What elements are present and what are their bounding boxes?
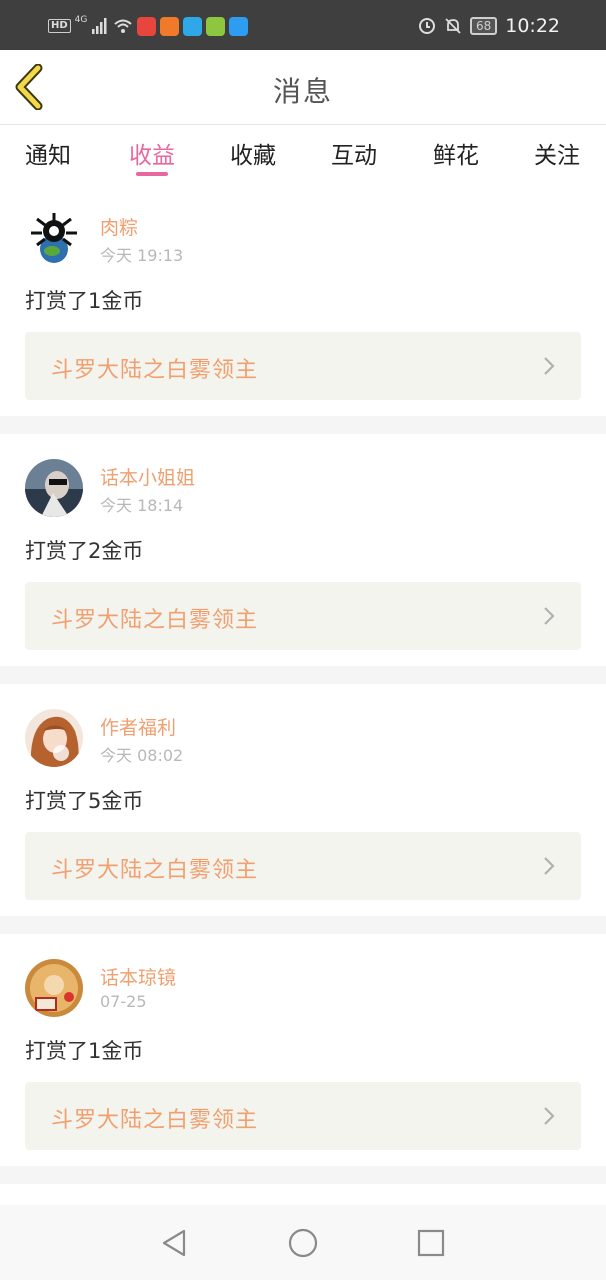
user-name[interactable]: 肉粽 [100, 213, 138, 240]
avatar[interactable] [25, 459, 83, 517]
tab-flowers[interactable]: 鲜花 [416, 136, 496, 170]
user-name[interactable]: 话本琼镜 [100, 963, 176, 990]
divider [0, 916, 606, 934]
chevron-right-icon [544, 1107, 555, 1125]
tab-bar: 通知 收益 收藏 互动 鲜花 关注 [0, 126, 606, 184]
active-tab-indicator [136, 172, 168, 176]
nav-back-icon[interactable] [158, 1227, 190, 1259]
battery-level: 68 [469, 17, 498, 35]
avatar[interactable] [25, 959, 83, 1017]
message-text: 打赏了5金币 [25, 789, 144, 813]
wifi-icon [114, 19, 133, 33]
avatar[interactable] [25, 209, 83, 267]
data-saver-icon [418, 18, 435, 34]
avatar-image [25, 959, 83, 1017]
status-right: 68 10:22 [418, 13, 560, 39]
status-left: HD 4G [48, 14, 249, 38]
book-title: 斗罗大陆之白雾领主 [51, 608, 259, 633]
user-name[interactable]: 话本小姐姐 [100, 463, 195, 490]
list-item: 话本小姐姐 今天 18:14 打赏了2金币 斗罗大陆之白雾领主 [0, 434, 606, 666]
clock: 10:22 [505, 15, 560, 37]
avatar[interactable] [25, 709, 83, 767]
message-time: 今天 08:02 [100, 746, 184, 765]
tab-following[interactable]: 关注 [517, 136, 597, 170]
avatar-image [25, 209, 83, 267]
message-list: 肉粽 今天 19:13 打赏了1金币 斗罗大陆之白雾领主 话本小姐姐 今天 18… [0, 184, 606, 1184]
mute-bell-icon [445, 18, 461, 34]
list-item: 话本琼镜 07-25 打赏了1金币 斗罗大陆之白雾领主 [0, 934, 606, 1166]
tab-notifications[interactable]: 通知 [8, 136, 88, 170]
message-time: 07-25 [100, 992, 147, 1011]
divider [0, 416, 606, 434]
message-text: 打赏了2金币 [25, 539, 144, 563]
chevron-right-icon [544, 607, 555, 625]
status-bar: HD 4G 68 10:22 [0, 0, 606, 50]
system-nav-bar [0, 1205, 606, 1280]
avatar-image [25, 709, 83, 767]
chevron-right-icon [544, 857, 555, 875]
divider [0, 1166, 606, 1184]
book-link[interactable]: 斗罗大陆之白雾领主 [25, 582, 581, 650]
message-time: 今天 19:13 [100, 246, 184, 265]
tab-favorites[interactable]: 收藏 [213, 136, 293, 170]
chevron-right-icon [544, 357, 555, 375]
message-time: 今天 18:14 [100, 496, 184, 515]
app-icon-4 [206, 16, 226, 36]
book-link[interactable]: 斗罗大陆之白雾领主 [25, 832, 581, 900]
app-header: 消息 [0, 50, 606, 125]
message-text: 打赏了1金币 [25, 289, 144, 313]
book-title: 斗罗大陆之白雾领主 [51, 358, 259, 383]
avatar-image [25, 459, 83, 517]
page-title: 消息 [272, 75, 333, 108]
hd-badge: HD [48, 19, 71, 33]
network-type: 4G [74, 15, 88, 25]
nav-home-icon[interactable] [287, 1227, 319, 1259]
nav-recents-icon[interactable] [415, 1227, 447, 1259]
signal-icon [92, 18, 107, 34]
user-name[interactable]: 作者福利 [100, 713, 176, 740]
app-icon-3 [183, 16, 203, 36]
tab-earnings[interactable]: 收益 [112, 136, 192, 170]
divider [0, 666, 606, 684]
book-title: 斗罗大陆之白雾领主 [51, 858, 259, 883]
book-link[interactable]: 斗罗大陆之白雾领主 [25, 1082, 581, 1150]
message-text: 打赏了1金币 [25, 1039, 144, 1063]
book-title: 斗罗大陆之白雾领主 [51, 1108, 259, 1133]
list-item: 肉粽 今天 19:13 打赏了1金币 斗罗大陆之白雾领主 [0, 184, 606, 416]
app-icon-2 [160, 16, 180, 36]
app-icon-1 [137, 16, 157, 36]
app-icon-5 [229, 16, 249, 36]
book-link[interactable]: 斗罗大陆之白雾领主 [25, 332, 581, 400]
list-item: 作者福利 今天 08:02 打赏了5金币 斗罗大陆之白雾领主 [0, 684, 606, 916]
tab-interactions[interactable]: 互动 [314, 136, 394, 170]
